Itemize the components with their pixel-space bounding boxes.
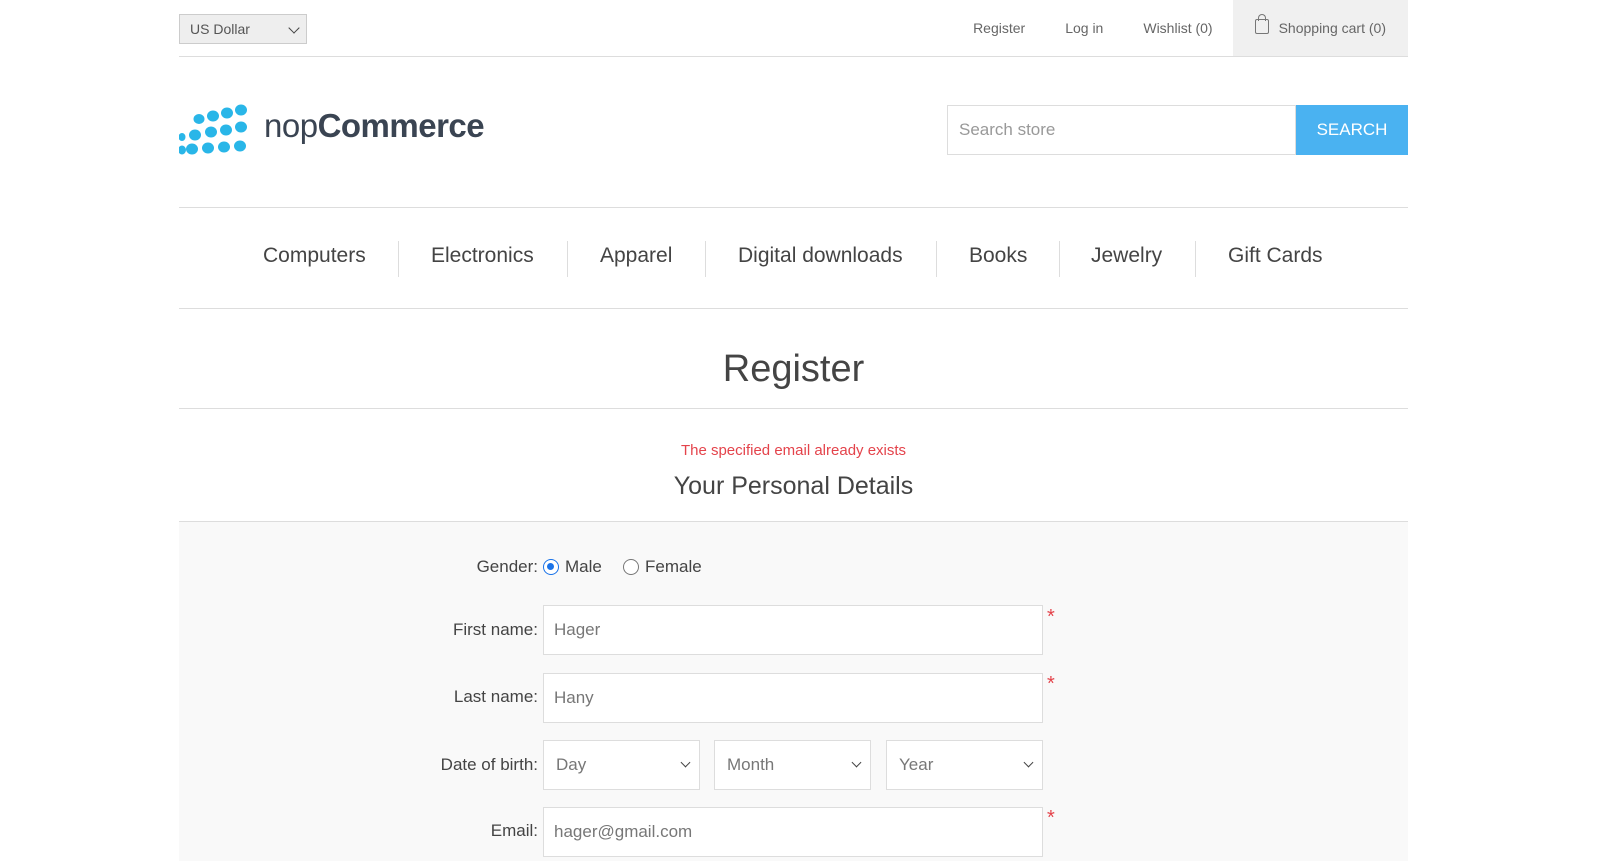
menu-divider [705, 241, 706, 277]
menu-item-books[interactable]: Books [969, 244, 1027, 268]
menu-item-computers[interactable]: Computers [263, 244, 366, 268]
dob-month-select[interactable]: Month [714, 740, 871, 790]
currency-value: US Dollar [190, 21, 250, 37]
top-menu: Computers Electronics Apparel Digital do… [179, 207, 1408, 309]
dob-year-select[interactable]: Year [886, 740, 1043, 790]
logo[interactable]: nopCommerce [179, 104, 489, 160]
currency-select[interactable]: US Dollar [179, 14, 307, 44]
section-title: Your Personal Details [179, 472, 1408, 522]
menu-item-digital-downloads[interactable]: Digital downloads [738, 244, 903, 268]
dob-month-value: Month [727, 755, 775, 774]
required-marker: * [1047, 807, 1055, 829]
chevron-down-icon [1023, 757, 1034, 768]
dob-day-value: Day [556, 755, 587, 774]
logo-dots-icon [179, 104, 247, 155]
date-of-birth-label: Date of birth: [440, 755, 538, 774]
dob-year-value: Year [899, 755, 934, 774]
menu-divider [567, 241, 568, 277]
required-marker: * [1047, 673, 1055, 695]
menu-item-electronics[interactable]: Electronics [431, 244, 534, 268]
menu-item-apparel[interactable]: Apparel [600, 244, 672, 268]
header-links: Register Log in Wishlist (0) Shopping ca… [933, 0, 1408, 56]
menu-item-jewelry[interactable]: Jewelry [1091, 244, 1162, 268]
gender-label: Gender: [476, 557, 538, 576]
menu-item-gift-cards[interactable]: Gift Cards [1228, 244, 1323, 268]
first-name-field[interactable]: Hager [543, 605, 1043, 655]
logo-wordmark: nopCommerce [264, 107, 485, 144]
chevron-down-icon [851, 757, 862, 768]
header-upper: US Dollar Register Log in Wishlist (0) S… [179, 0, 1408, 57]
gender-male-label[interactable]: Male [565, 557, 602, 577]
last-name-label: Last name: [453, 687, 538, 706]
register-link[interactable]: Register [973, 0, 1025, 56]
menu-divider [936, 241, 937, 277]
registration-form: Gender: Male Female First name: Hager * … [179, 522, 1408, 861]
search-input[interactable]: Search store [947, 105, 1296, 155]
last-name-field[interactable]: Hany [543, 673, 1043, 723]
gender-female-label[interactable]: Female [645, 557, 702, 577]
email-label: Email: [490, 821, 538, 840]
search-button[interactable]: SEARCH [1296, 105, 1408, 155]
wishlist-link[interactable]: Wishlist (0) [1143, 0, 1212, 56]
dob-day-select[interactable]: Day [543, 740, 700, 790]
shopping-bag-icon [1254, 13, 1269, 34]
login-link[interactable]: Log in [1065, 0, 1103, 56]
menu-divider [398, 241, 399, 277]
shopping-cart-link[interactable]: Shopping cart (0) [1232, 0, 1408, 56]
chevron-down-icon [680, 757, 691, 768]
menu-divider [1195, 241, 1196, 277]
menu-divider [1059, 241, 1060, 277]
error-message: The specified email already exists [680, 442, 907, 459]
gender-male-radio[interactable] [543, 559, 559, 575]
shopping-cart-label: Shopping cart (0) [1278, 20, 1386, 36]
required-marker: * [1047, 606, 1055, 628]
chevron-down-icon [288, 22, 300, 34]
first-name-label: First name: [452, 620, 538, 639]
email-field[interactable]: hager@gmail.com [543, 807, 1043, 857]
gender-female-radio[interactable] [623, 559, 639, 575]
page-title: Register [179, 348, 1408, 409]
